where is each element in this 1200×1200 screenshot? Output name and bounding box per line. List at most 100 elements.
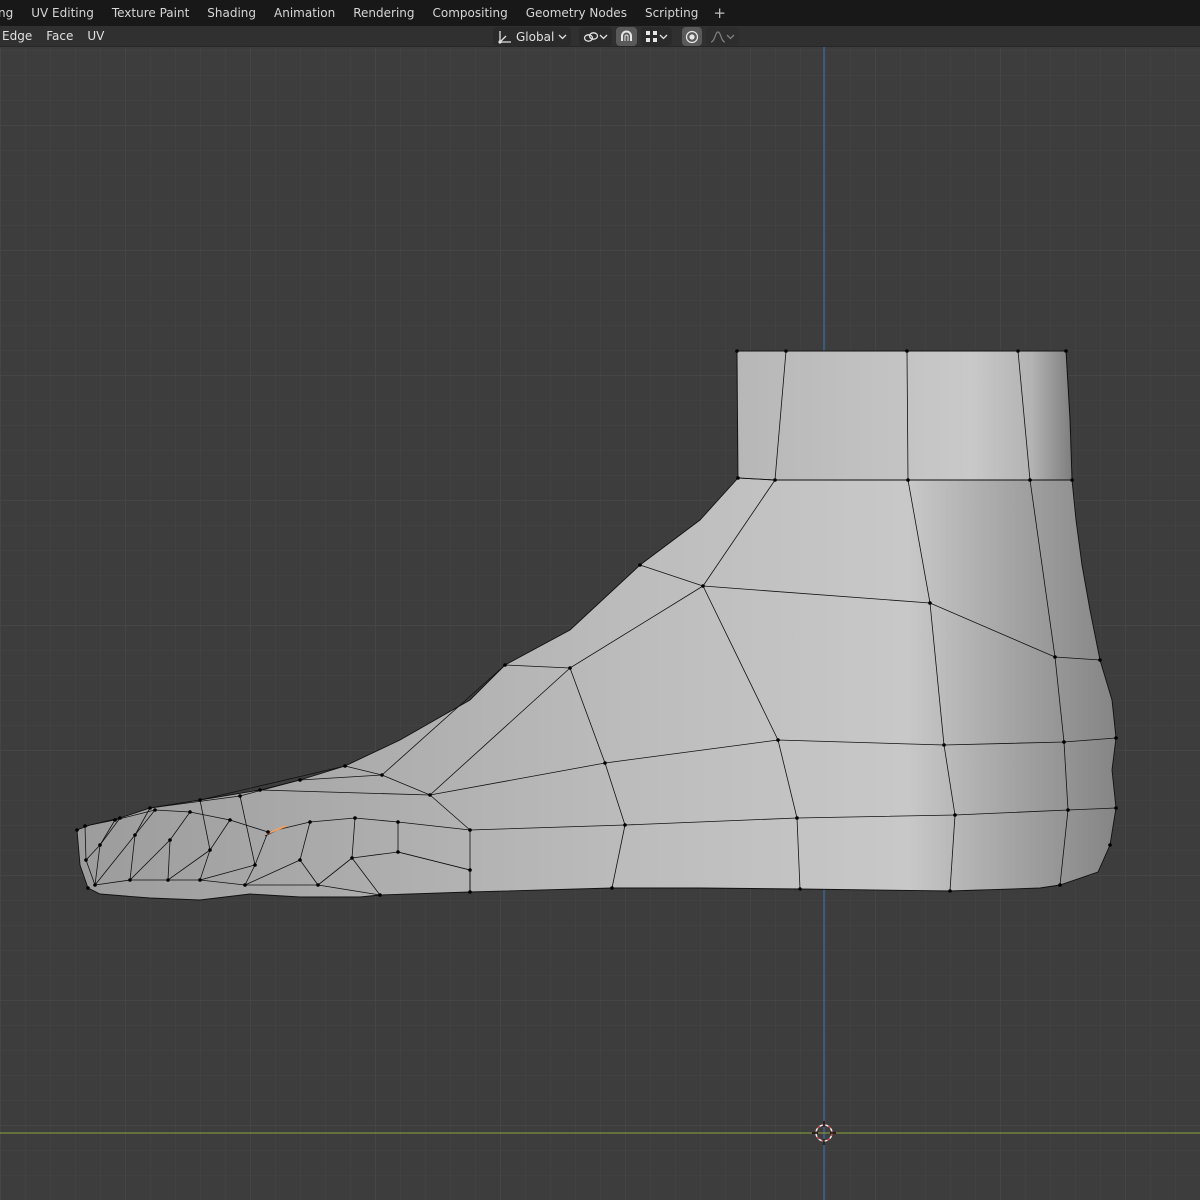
mesh-vertex[interactable] xyxy=(1098,658,1102,662)
mesh-vertex[interactable] xyxy=(350,856,354,860)
workspace-tab[interactable]: Texture Paint xyxy=(103,0,198,26)
mesh-vertex[interactable] xyxy=(98,843,102,847)
mesh-vertex[interactable] xyxy=(610,886,614,890)
mesh-vertex[interactable] xyxy=(468,868,472,872)
header-menu-face[interactable]: Face xyxy=(39,26,80,47)
mesh-vertex[interactable] xyxy=(258,788,262,792)
chevron-down-icon xyxy=(659,33,668,41)
mesh-vertex[interactable] xyxy=(1114,806,1118,810)
mesh-vertex[interactable] xyxy=(942,743,946,747)
mesh-vertex[interactable] xyxy=(795,816,799,820)
proportional-edit-icon xyxy=(685,30,699,44)
3d-viewport[interactable] xyxy=(0,47,1200,1200)
mesh-vertex[interactable] xyxy=(1066,808,1070,812)
mesh-vertex[interactable] xyxy=(776,738,780,742)
mesh-vertex[interactable] xyxy=(736,476,740,480)
snap-target-dropdown[interactable] xyxy=(641,27,673,46)
chevron-down-icon xyxy=(558,33,567,41)
mesh-vertex[interactable] xyxy=(906,478,910,482)
mesh-vertex[interactable] xyxy=(228,818,232,822)
mesh-vertex[interactable] xyxy=(84,858,88,862)
header-menu-edge[interactable]: Edge xyxy=(2,26,39,47)
proportional-falloff-dropdown[interactable] xyxy=(706,27,740,46)
mesh-vertex[interactable] xyxy=(298,858,302,862)
viewport-header: Edge Face UV Global xyxy=(0,26,1200,47)
workspace-tab[interactable]: Compositing xyxy=(424,0,517,26)
workspace-tab[interactable]: ng xyxy=(0,0,22,26)
mesh-vertex[interactable] xyxy=(148,806,152,810)
mesh-vertex[interactable] xyxy=(316,883,320,887)
add-workspace-button[interactable]: + xyxy=(707,0,732,26)
mesh-vertex[interactable] xyxy=(353,816,357,820)
mesh-vertex[interactable] xyxy=(188,810,192,814)
mesh-vertex[interactable] xyxy=(113,818,117,822)
mesh-vertex[interactable] xyxy=(238,794,242,798)
mesh-vertex[interactable] xyxy=(468,828,472,832)
mesh-vertex[interactable] xyxy=(1062,740,1066,744)
workspace-tab[interactable]: Scripting xyxy=(636,0,707,26)
mesh-vertex[interactable] xyxy=(603,761,607,765)
mesh-vertex[interactable] xyxy=(638,563,642,567)
mesh-vertex[interactable] xyxy=(568,666,572,670)
mesh-vertex[interactable] xyxy=(1016,349,1020,353)
mesh-vertex[interactable] xyxy=(118,816,122,820)
mesh-vertex[interactable] xyxy=(1108,843,1112,847)
mesh-vertex[interactable] xyxy=(93,883,97,887)
mesh-vertex[interactable] xyxy=(253,863,257,867)
mesh-vertex[interactable] xyxy=(701,584,705,588)
mesh-vertex[interactable] xyxy=(1028,478,1032,482)
transform-orientation-dropdown[interactable]: Global xyxy=(493,27,572,46)
snap-grid-icon xyxy=(645,30,659,44)
mesh-vertex[interactable] xyxy=(198,798,202,802)
mesh-vertex[interactable] xyxy=(1064,349,1068,353)
header-menu-uv[interactable]: UV xyxy=(80,26,111,47)
mesh-vertex[interactable] xyxy=(243,883,247,887)
mesh-vertex[interactable] xyxy=(380,773,384,777)
mesh-vertex[interactable] xyxy=(905,349,909,353)
mesh-vertex[interactable] xyxy=(468,890,472,894)
mesh-vertex[interactable] xyxy=(208,848,212,852)
snap-toggle[interactable] xyxy=(616,27,638,46)
mesh-vertex[interactable] xyxy=(308,820,312,824)
transform-orientation-label: Global xyxy=(516,29,555,44)
mesh-vertex[interactable] xyxy=(1053,655,1057,659)
mesh-vertex[interactable] xyxy=(773,478,777,482)
mesh-vertex[interactable] xyxy=(1070,478,1074,482)
mesh-vertex[interactable] xyxy=(503,663,507,667)
mesh-vertex[interactable] xyxy=(735,349,739,353)
workspace-tab[interactable]: Shading xyxy=(198,0,265,26)
mesh-vertex[interactable] xyxy=(948,889,952,893)
mesh-vertex[interactable] xyxy=(133,833,137,837)
mesh-vertex[interactable] xyxy=(798,887,802,891)
workspace-tabs-bar: ng UV Editing Texture Paint Shading Animatio… xyxy=(0,0,1200,26)
mesh-vertex[interactable] xyxy=(86,886,90,890)
mesh-vertex[interactable] xyxy=(168,838,172,842)
mesh-vertex[interactable] xyxy=(83,824,87,828)
mesh-vertex[interactable] xyxy=(428,793,432,797)
workspace-tab[interactable]: Rendering xyxy=(344,0,423,26)
mesh-vertex[interactable] xyxy=(784,349,788,353)
workspace-tab[interactable]: UV Editing xyxy=(22,0,103,26)
mesh-vertex[interactable] xyxy=(1114,736,1118,740)
mesh-vertex[interactable] xyxy=(75,828,79,832)
mesh-vertex[interactable] xyxy=(266,830,270,834)
pivot-point-dropdown[interactable] xyxy=(579,27,613,46)
workspace-tab[interactable]: Geometry Nodes xyxy=(517,0,636,26)
workspace-tab[interactable]: Animation xyxy=(265,0,344,26)
mesh-vertex[interactable] xyxy=(298,778,302,782)
mesh-vertex[interactable] xyxy=(928,601,932,605)
mesh-vertex[interactable] xyxy=(953,813,957,817)
mesh-vertex[interactable] xyxy=(198,878,202,882)
mesh-vertex[interactable] xyxy=(128,878,132,882)
mesh-vertex[interactable] xyxy=(396,850,400,854)
mesh-vertex[interactable] xyxy=(343,764,347,768)
mesh-vertex[interactable] xyxy=(1058,883,1062,887)
mesh-vertex[interactable] xyxy=(153,808,157,812)
mesh-vertex[interactable] xyxy=(378,893,382,897)
proportional-edit-toggle[interactable] xyxy=(682,27,703,46)
falloff-curve-icon xyxy=(710,30,726,44)
mesh-vertex[interactable] xyxy=(166,878,170,882)
mesh-vertex[interactable] xyxy=(623,823,627,827)
chevron-down-icon xyxy=(726,33,735,41)
mesh-vertex[interactable] xyxy=(396,820,400,824)
